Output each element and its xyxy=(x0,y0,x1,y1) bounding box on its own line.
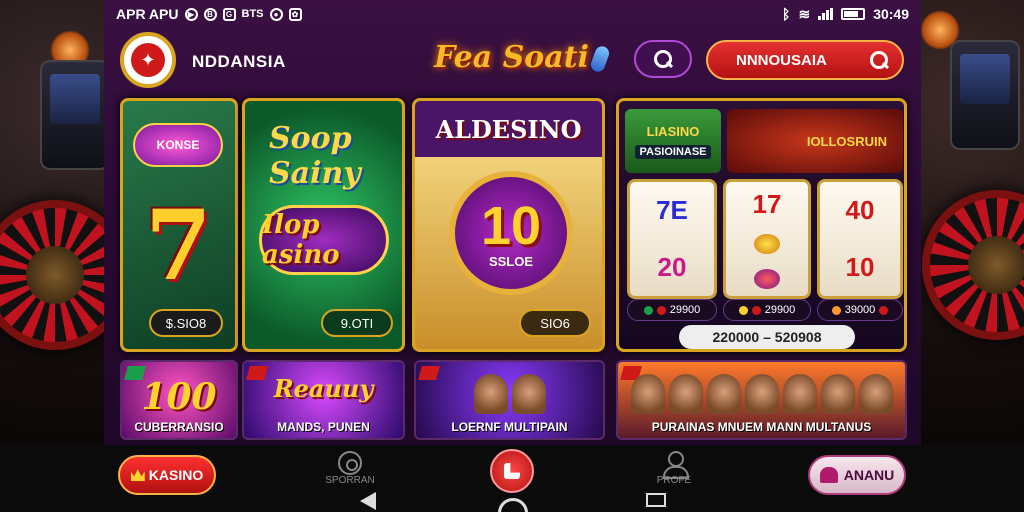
game-card-slot-reels[interactable]: LIASINO PASIOINASE IOLLOSRUIN 7E 20 17 4… xyxy=(616,98,907,352)
character-avatar xyxy=(782,374,817,414)
bluetooth-icon: ᛒ xyxy=(782,6,791,22)
character-group xyxy=(416,374,603,414)
character-avatar xyxy=(668,374,703,414)
system-recents-icon[interactable] xyxy=(646,493,666,507)
status-bar: APR APU ▶ B G BTS ● ✿ ᛒ ≋ 30:49 xyxy=(104,0,921,28)
bet-chip[interactable]: 29900 xyxy=(723,299,811,321)
card-badge: KONSE xyxy=(133,123,223,167)
roulette-wheel-decor xyxy=(0,200,104,350)
card-price[interactable]: 9.OTI xyxy=(321,309,393,337)
card-badge: ALDESINO xyxy=(435,114,582,144)
media-icon: ▶ xyxy=(184,7,198,21)
card-badge-right: IOLLOSRUIN xyxy=(727,109,903,173)
account-button[interactable]: ANANU xyxy=(808,455,906,495)
character-avatar xyxy=(744,374,779,414)
slot-reel: 7E 20 xyxy=(627,179,717,299)
home-button[interactable] xyxy=(490,449,534,493)
roulette-wheel-decor xyxy=(922,190,1024,340)
fruit-icon xyxy=(754,234,780,255)
notification-icon: G xyxy=(222,7,236,21)
signal-icon xyxy=(818,8,834,20)
nav-item-profile[interactable]: PROFE xyxy=(634,451,714,486)
card-badge: Soop Sainy xyxy=(269,121,361,191)
medal-subtitle: SSLOE xyxy=(488,253,534,269)
nav-item-sport[interactable]: SPORRAN xyxy=(310,451,390,486)
game-card-lucky-seven[interactable]: KONSE 7 $.SIO8 xyxy=(120,98,238,352)
card-badge-left: LIASINO PASIOINASE xyxy=(625,109,721,173)
slot-machine-decor xyxy=(40,60,104,170)
title-logo: Fea Soati xyxy=(434,40,612,75)
home-icon xyxy=(504,463,520,479)
app-logo[interactable]: ✦ xyxy=(120,32,176,88)
status-left-text: APR APU xyxy=(116,6,179,22)
background-right xyxy=(920,0,1024,512)
character-avatar xyxy=(706,374,741,414)
laurel-medal: 10 SSLOE xyxy=(449,171,573,295)
lucky-seven-symbol: 7 xyxy=(145,189,212,302)
medal-number: 10 xyxy=(480,195,542,256)
search-field-value: NNNOUSAIA xyxy=(736,51,827,69)
character-avatar xyxy=(630,374,665,414)
promo-tile[interactable]: 100 CUBERRANSIO xyxy=(120,360,238,440)
character-group xyxy=(618,374,905,414)
logo-emblem-icon: ✦ xyxy=(131,43,165,77)
bet-chip[interactable]: 29900 xyxy=(627,299,717,321)
promo-tile[interactable]: PURAINAS MNUEM MANN MULTANUS xyxy=(616,360,907,440)
game-card-aldesino[interactable]: ALDESINO 10 SSLOE SIO6 xyxy=(412,98,605,352)
wifi-icon: ≋ xyxy=(798,5,811,22)
promo-tile[interactable]: Reauuy MANDS, PUNEN xyxy=(242,360,405,440)
casino-app-screen: APR APU ▶ B G BTS ● ✿ ᛒ ≋ 30:49 ✦ NDDANS… xyxy=(104,0,921,445)
circle-icon: B xyxy=(203,7,217,21)
system-back-icon[interactable] xyxy=(360,492,376,510)
ball-icon xyxy=(338,451,362,475)
status-time: 30:49 xyxy=(873,6,909,22)
background-left xyxy=(0,0,104,512)
crown-icon xyxy=(130,469,145,481)
person-icon xyxy=(663,451,689,479)
search-field[interactable]: NNNOUSAIA xyxy=(706,40,904,80)
slot-machine-decor xyxy=(950,40,1020,150)
card-title: Ilop asino xyxy=(259,205,389,275)
card-price[interactable]: $.SIO8 xyxy=(149,309,223,337)
battery-icon xyxy=(841,8,866,20)
promo-tile[interactable]: LOERNF MULTIPAIN xyxy=(414,360,605,440)
slot-reel: 40 10 xyxy=(817,179,903,299)
app-header: ✦ NDDANSIA Fea Soati NNNOUSAIA xyxy=(104,28,921,90)
character-avatar xyxy=(820,374,855,414)
search-icon xyxy=(654,50,672,68)
character-avatar xyxy=(511,374,546,414)
bet-chip[interactable]: 39000 xyxy=(817,299,903,321)
wallet-icon xyxy=(819,467,838,483)
brand-name: NDDANSIA xyxy=(192,52,286,71)
settings-icon: ✿ xyxy=(288,7,302,21)
search-button[interactable] xyxy=(634,40,692,78)
card-price[interactable]: SIO6 xyxy=(519,309,591,337)
kasino-button[interactable]: KASINO xyxy=(118,455,216,495)
location-icon: ● xyxy=(269,7,283,21)
character-avatar xyxy=(473,374,508,414)
slot-reel: 17 xyxy=(723,179,811,299)
character-avatar xyxy=(858,374,893,414)
fruit-icon xyxy=(754,268,780,289)
bitcoin-icon: BTS xyxy=(241,8,264,20)
microphone-icon xyxy=(588,44,612,74)
game-card-shop-casino[interactable]: Soop Sainy Ilop asino 9.OTI xyxy=(242,98,405,352)
search-icon xyxy=(870,51,888,69)
jackpot-range: 220000 – 520908 xyxy=(679,325,855,349)
